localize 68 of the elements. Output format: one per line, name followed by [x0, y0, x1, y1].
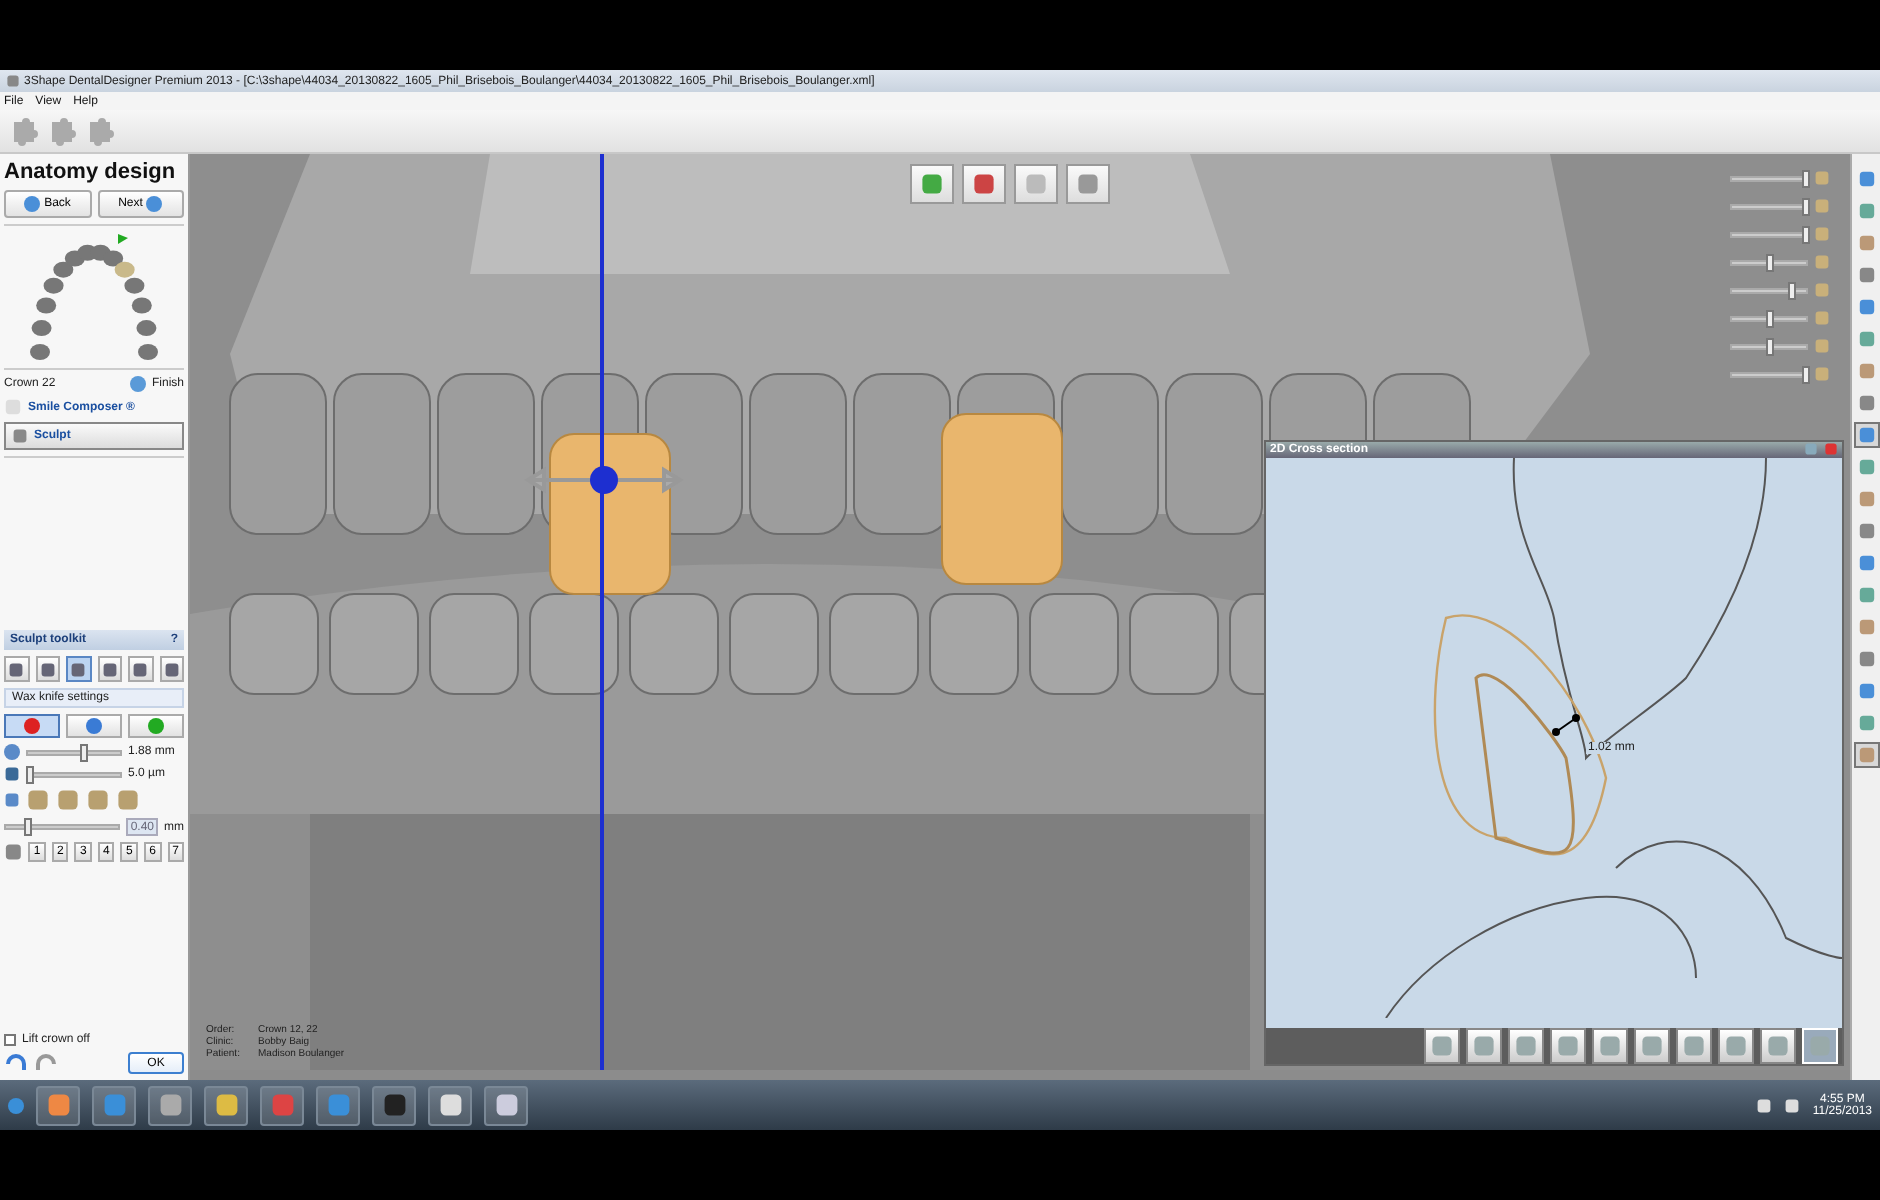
slider-thumb[interactable]	[1802, 197, 1810, 215]
app-icon	[157, 1092, 183, 1118]
page-title: Anatomy design	[4, 160, 178, 184]
slider-thumb[interactable]	[24, 818, 33, 836]
slider-thumb[interactable]	[1765, 337, 1773, 355]
app-icon	[269, 1092, 295, 1118]
app-icon	[325, 1092, 351, 1118]
app-icon	[381, 1092, 407, 1118]
tool-button[interactable]	[1676, 1027, 1712, 1064]
tool-icon	[1724, 1033, 1748, 1058]
tool-icon	[1430, 1033, 1454, 1058]
taskbar-button[interactable]	[148, 1085, 192, 1125]
taskbar-button[interactable]	[428, 1085, 472, 1125]
view-button[interactable]	[1066, 164, 1110, 204]
toolbar-button[interactable]	[1853, 742, 1879, 768]
view-button[interactable]	[962, 164, 1006, 204]
view-button[interactable]	[1014, 164, 1058, 204]
tool-button[interactable]	[35, 656, 60, 682]
taskbar-button[interactable]	[36, 1085, 80, 1125]
puzzle-icon[interactable]	[84, 115, 116, 147]
slider-thumb[interactable]	[1802, 169, 1810, 187]
undo-icon[interactable]	[4, 1053, 28, 1073]
tool-icon	[1808, 1033, 1832, 1058]
view-button[interactable]	[910, 164, 954, 204]
app-icon	[493, 1092, 519, 1118]
puzzle-icon[interactable]	[46, 115, 78, 147]
tool-button[interactable]	[1550, 1027, 1586, 1064]
tool-icon	[1556, 1033, 1580, 1058]
tool-button[interactable]	[1760, 1027, 1796, 1064]
tool-button[interactable]	[1508, 1027, 1544, 1064]
tool-button[interactable]	[1718, 1027, 1754, 1064]
mode-button[interactable]	[128, 714, 184, 738]
mode-button[interactable]	[4, 714, 60, 738]
slider-thumb[interactable]	[1787, 281, 1796, 299]
tool-button[interactable]	[159, 656, 184, 682]
slider-thumb[interactable]	[1802, 365, 1810, 383]
tool-button[interactable]	[1466, 1027, 1502, 1064]
tool-icon	[1766, 1033, 1790, 1058]
tool-button[interactable]	[97, 656, 122, 682]
tool-button[interactable]	[1634, 1027, 1670, 1064]
slider-thumb[interactable]	[79, 743, 88, 761]
tool-button[interactable]	[4, 656, 29, 682]
app-icon	[101, 1092, 127, 1118]
app-icon	[45, 1092, 71, 1118]
tool-button[interactable]	[1592, 1027, 1628, 1064]
slider-thumb[interactable]	[1802, 225, 1810, 243]
app-icon	[437, 1092, 463, 1118]
checkbox[interactable]	[4, 1034, 16, 1046]
redo-icon[interactable]	[34, 1053, 58, 1073]
mode-button[interactable]	[66, 714, 122, 738]
slider-thumb[interactable]	[26, 765, 35, 783]
slider-thumb[interactable]	[1765, 253, 1773, 271]
tool-button[interactable]	[128, 656, 153, 682]
tool-icon	[1682, 1033, 1706, 1058]
taskbar-button[interactable]	[372, 1085, 416, 1125]
tool-icon	[1598, 1033, 1622, 1058]
tool-icon	[1514, 1033, 1538, 1058]
taskbar-button[interactable]	[484, 1085, 528, 1125]
app-icon	[6, 74, 20, 88]
app-icon	[213, 1092, 239, 1118]
tool-icon	[1472, 1033, 1496, 1058]
tool-icon	[1640, 1033, 1664, 1058]
taskbar-button[interactable]	[204, 1085, 248, 1125]
tool-button[interactable]	[1424, 1027, 1460, 1064]
slider-thumb[interactable]	[1765, 309, 1773, 327]
toolbar-button[interactable]	[1853, 422, 1879, 448]
puzzle-icon[interactable]	[8, 115, 40, 147]
tool-button[interactable]	[66, 656, 91, 682]
